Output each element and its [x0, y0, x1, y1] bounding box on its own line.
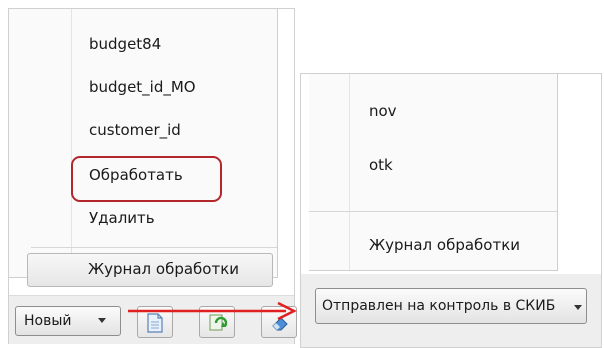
left-panel: budget84 budget_id_MO customer_id Обрабо… — [8, 8, 297, 344]
menu-item-nov[interactable]: nov — [369, 100, 397, 122]
chevron-down-icon — [574, 305, 582, 310]
menu-item-delete[interactable]: Удалить — [89, 207, 155, 229]
menu-item-journal[interactable]: Журнал обработки — [369, 234, 520, 256]
new-button-label: Новый — [24, 313, 72, 329]
new-dropdown-button[interactable]: Новый — [15, 306, 121, 336]
status-button-label: Отправлен на контроль в СКИБ — [322, 298, 556, 314]
bottom-toolbar: Отправлен на контроль в СКИБ — [301, 274, 601, 347]
menu-item-otk[interactable]: otk — [369, 154, 393, 176]
menu-icon-gutter — [71, 9, 72, 277]
menu-separator — [31, 247, 277, 248]
menu-item-budget84[interactable]: budget84 — [89, 33, 161, 55]
journal-button-label: Журнал обработки — [88, 260, 240, 278]
actions-dropdown-menu: budget84 budget_id_MO customer_id Обрабо… — [9, 9, 278, 278]
right-panel: nov otk Журнал обработки Отправлен на ко… — [300, 73, 602, 348]
status-dropdown-button[interactable]: Отправлен на контроль в СКИБ — [315, 288, 587, 324]
arrow-right-icon — [128, 301, 297, 321]
menu-item-budget-id-mo[interactable]: budget_id_MO — [89, 76, 196, 98]
status-dropdown-menu: nov otk Журнал обработки — [309, 74, 558, 271]
menu-item-customer-id[interactable]: customer_id — [89, 119, 181, 141]
highlight-frame — [71, 156, 222, 202]
menu-separator — [309, 211, 557, 212]
chevron-down-icon — [98, 318, 106, 323]
journal-button[interactable]: Журнал обработки — [27, 253, 273, 287]
menu-icon-gutter — [349, 74, 350, 270]
